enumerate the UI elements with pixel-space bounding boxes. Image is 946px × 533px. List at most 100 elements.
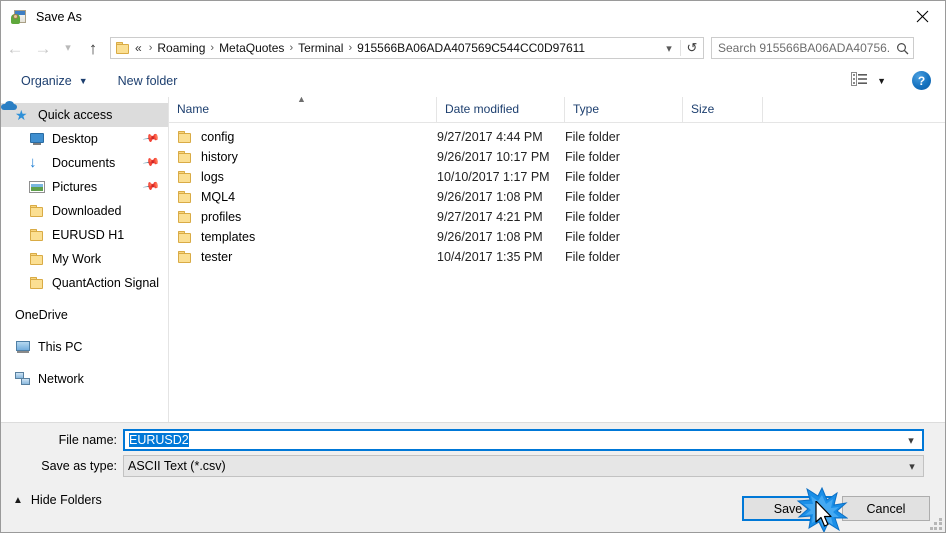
- sidebar-item-label: Downloaded: [52, 204, 122, 218]
- table-row[interactable]: tester 10/4/2017 1:35 PM File folder: [169, 247, 945, 267]
- breadcrumb-item-metaquotes[interactable]: MetaQuotes: [219, 41, 284, 55]
- cloud-icon: [1, 101, 17, 110]
- file-name-label: MQL4: [201, 190, 236, 204]
- file-type-cell: File folder: [565, 130, 620, 144]
- sidebar-item-desktop[interactable]: Desktop 📌: [1, 127, 168, 151]
- search-input[interactable]: [712, 40, 891, 56]
- resize-grip-icon[interactable]: [930, 518, 943, 531]
- save-form: File name: EURUSD2 ▾ Save as type: ASCII…: [1, 422, 945, 491]
- address-bar[interactable]: « › Roaming › MetaQuotes › Terminal › 91…: [110, 37, 704, 59]
- close-icon[interactable]: [899, 1, 945, 31]
- breadcrumb-overflow[interactable]: «: [135, 41, 142, 55]
- save-as-dialog: Save As ← → ▾ ↑ « › Roaming › MetaQuotes…: [0, 0, 946, 533]
- breadcrumb-item-terminal-id[interactable]: 915566BA06ADA407569C544CC0D97611: [357, 41, 585, 55]
- cancel-button[interactable]: Cancel: [842, 496, 930, 521]
- chevron-down-icon[interactable]: ▾: [900, 434, 922, 447]
- save-button-label: Save: [773, 501, 803, 516]
- hide-folders-button[interactable]: ▲ Hide Folders: [13, 493, 102, 507]
- file-name-label: config: [201, 130, 235, 144]
- desktop-icon: [29, 131, 45, 147]
- chevron-up-icon: ▲: [13, 494, 23, 506]
- save-as-type-row: Save as type: ASCII Text (*.csv) ▾: [1, 455, 945, 477]
- sidebar-item-quantaction-signal[interactable]: QuantAction Signal: [1, 271, 168, 295]
- star-icon: ★: [15, 107, 28, 123]
- breadcrumb-item-terminal[interactable]: Terminal: [298, 41, 343, 55]
- sidebar-item-onedrive[interactable]: OneDrive: [1, 101, 168, 327]
- file-name-cell: profiles: [169, 209, 437, 225]
- folder-icon: [177, 249, 193, 265]
- sidebar-item-label: Desktop: [52, 132, 98, 146]
- file-date-cell: 9/26/2017 1:08 PM: [437, 230, 543, 244]
- up-button[interactable]: ↑: [79, 35, 107, 61]
- save-as-type-select[interactable]: ASCII Text (*.csv) ▾: [123, 455, 924, 477]
- file-name-cell: templates: [169, 229, 437, 245]
- new-folder-button[interactable]: New folder: [110, 69, 186, 93]
- column-header-type[interactable]: Type: [565, 97, 683, 122]
- column-header-size[interactable]: Size: [683, 97, 763, 122]
- search-box[interactable]: [711, 37, 914, 59]
- dialog-footer: ▲ Hide Folders Save Cancel: [1, 490, 945, 532]
- chevron-down-icon: ▼: [78, 75, 88, 86]
- sidebar-item-documents[interactable]: ↓ Documents 📌: [1, 151, 168, 175]
- cancel-button-label: Cancel: [866, 501, 906, 516]
- navigation-bar: ← → ▾ ↑ « › Roaming › MetaQuotes › Termi…: [1, 32, 945, 64]
- table-row[interactable]: history 9/26/2017 10:17 PM File folder: [169, 147, 945, 167]
- sidebar-item-this-pc[interactable]: This PC: [1, 335, 168, 359]
- sidebar-item-label: My Work: [52, 252, 102, 266]
- table-row[interactable]: templates 9/26/2017 1:08 PM File folder: [169, 227, 945, 247]
- save-button[interactable]: Save: [742, 496, 834, 521]
- breadcrumb-item-roaming[interactable]: Roaming: [157, 41, 205, 55]
- arrow-left-icon: ←: [6, 38, 24, 58]
- new-folder-label: New folder: [117, 73, 178, 88]
- file-name-row: File name: EURUSD2 ▾: [1, 429, 945, 451]
- refresh-icon[interactable]: ↺: [680, 40, 703, 56]
- file-name-label: templates: [201, 230, 256, 244]
- recent-locations-button[interactable]: ▾: [57, 35, 79, 61]
- file-date-cell: 10/4/2017 1:35 PM: [437, 250, 543, 264]
- search-icon[interactable]: [891, 42, 913, 55]
- file-type-cell: File folder: [565, 250, 620, 264]
- breadcrumb-separator: ›: [348, 42, 353, 54]
- chevron-down-icon[interactable]: ▾: [658, 42, 680, 55]
- folder-icon: [116, 41, 132, 55]
- arrow-up-icon: ↑: [88, 38, 98, 58]
- sidebar-item-downloaded[interactable]: Downloaded: [1, 199, 168, 223]
- pin-icon: 📌: [142, 177, 161, 196]
- sidebar-item-pictures[interactable]: Pictures 📌: [1, 175, 168, 199]
- content-area: ★ Quick access Desktop 📌 ↓ Documents 📌 P…: [1, 97, 945, 422]
- sidebar-item-eurusd-h1[interactable]: EURUSD H1: [1, 223, 168, 247]
- file-name-input[interactable]: EURUSD2 ▾: [123, 429, 924, 451]
- breadcrumb: « › Roaming › MetaQuotes › Terminal › 91…: [135, 41, 585, 55]
- view-layout-icon: [851, 72, 868, 89]
- sidebar-item-quick-access[interactable]: ★ Quick access: [1, 103, 168, 127]
- sidebar-item-network[interactable]: Network: [1, 367, 168, 391]
- change-view-button[interactable]: ▼: [847, 69, 890, 93]
- column-header-date-modified[interactable]: Date modified: [437, 97, 565, 122]
- file-list-pane: ▲ Name Date modified Type Size config 9/…: [169, 97, 945, 422]
- file-date-cell: 9/26/2017 1:08 PM: [437, 190, 543, 204]
- folder-icon: [177, 189, 193, 205]
- folder-icon: [29, 251, 45, 267]
- command-bar: Organize ▼ New folder ▼ ?: [1, 64, 945, 98]
- sidebar-item-label: EURUSD H1: [52, 228, 125, 242]
- file-type-cell: File folder: [565, 210, 620, 224]
- chevron-down-icon[interactable]: ▾: [901, 460, 923, 473]
- table-row[interactable]: MQL4 9/26/2017 1:08 PM File folder: [169, 187, 945, 207]
- table-row[interactable]: logs 10/10/2017 1:17 PM File folder: [169, 167, 945, 187]
- hide-folders-label: Hide Folders: [30, 493, 102, 507]
- file-type-cell: File folder: [565, 150, 620, 164]
- forward-button[interactable]: →: [29, 35, 57, 61]
- back-button[interactable]: ←: [1, 35, 29, 61]
- file-name-label: history: [201, 150, 238, 164]
- file-type-cell: File folder: [565, 230, 620, 244]
- file-name-cell: config: [169, 129, 437, 145]
- file-type-cell: File folder: [565, 170, 620, 184]
- table-row[interactable]: profiles 9/27/2017 4:21 PM File folder: [169, 207, 945, 227]
- table-row[interactable]: config 9/27/2017 4:44 PM File folder: [169, 127, 945, 147]
- sidebar-item-label: Quick access: [38, 108, 113, 122]
- documents-icon: ↓: [29, 154, 37, 171]
- help-icon[interactable]: ?: [912, 71, 931, 90]
- organize-button[interactable]: Organize ▼: [13, 69, 96, 93]
- organize-label: Organize: [21, 73, 72, 88]
- sidebar-item-my-work[interactable]: My Work: [1, 247, 168, 271]
